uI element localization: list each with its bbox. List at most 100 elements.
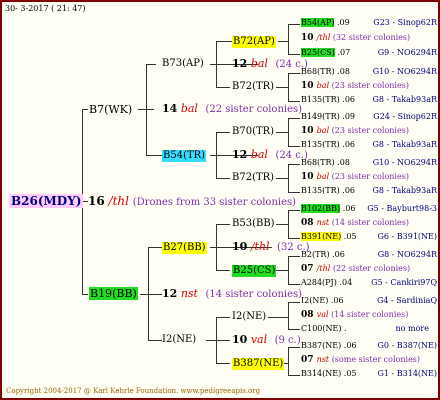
- ancestor-year: .06: [328, 296, 344, 305]
- b7-mating-info: 14 bal (22 sister colonies): [162, 102, 303, 115]
- ancestor-mating-year: 08: [301, 218, 317, 228]
- link: [140, 294, 148, 295]
- ancestor-mating-mark: val: [316, 310, 332, 319]
- ancestor-mating-row: 10 bal (23 sister colonies): [301, 82, 409, 91]
- ancestor-mating-note: (14 sister colonies): [331, 218, 409, 227]
- ancestor-mating-mark: bal: [316, 172, 332, 181]
- pedigree-frame: 30- 3-2017 ( 21: 47) B26(MDY) 16 /thl (D…: [0, 0, 440, 400]
- queen-b387-ne[interactable]: B387(NE): [232, 358, 285, 370]
- link: [146, 64, 156, 65]
- ancestor-mating-year: 08: [301, 310, 317, 320]
- link: [216, 132, 230, 133]
- queen-b72-ap[interactable]: B72(AP): [232, 36, 276, 48]
- ancestor-line-code: G1 - B314(NE): [377, 369, 438, 378]
- link: [288, 164, 289, 193]
- ancestor-line-code: G0 - B387(NE): [377, 341, 438, 350]
- ancestor-year: .06: [339, 186, 356, 195]
- queen-b53[interactable]: B53(BB): [232, 219, 275, 229]
- root-drones: (Drones from 33 sister colonies): [132, 197, 297, 208]
- ancestor-queen-name: B149(TR): [301, 112, 340, 121]
- link: [216, 340, 230, 341]
- queen-b54[interactable]: B54(TR): [162, 150, 207, 162]
- link: [276, 270, 288, 271]
- ancestor-mating-row: 07 /thl (22 sister colonies): [301, 265, 410, 274]
- queen-i2-ne[interactable]: I2(NE): [232, 312, 266, 322]
- link: [288, 164, 300, 165]
- ancestor-queen-name: B135(TR): [301, 95, 340, 104]
- ancestor-line-code: G4 - SardiniaQ: [376, 296, 437, 305]
- queen-b73[interactable]: B73(AP): [162, 59, 204, 69]
- link: [216, 41, 232, 42]
- link: [82, 109, 88, 110]
- link: [288, 101, 300, 102]
- link: [276, 132, 288, 133]
- ancestor-mating-mark: /thl: [316, 33, 333, 42]
- ancestor-mating-mark: bal: [316, 126, 332, 135]
- b19-mating-info: 12 nst (14 sister colonies): [162, 287, 303, 300]
- ancestor-mating-row: 10 bal (23 sister colonies): [301, 127, 409, 136]
- link: [288, 347, 300, 348]
- ancestor-year: .: [341, 324, 347, 333]
- link: [278, 41, 288, 42]
- link: [288, 375, 300, 376]
- ancestor-queen-name: B54(AP): [301, 18, 335, 27]
- queen-b25-cs[interactable]: B25(CS): [232, 265, 277, 277]
- link: [138, 109, 146, 110]
- ancestor-mating-note: (14 sister colonies): [331, 310, 409, 319]
- link: [288, 54, 300, 55]
- root-mating-info: 16 /thl (Drones from 33 sister colonies): [88, 195, 296, 208]
- link: [288, 256, 300, 257]
- link: [82, 294, 88, 295]
- queen-b70-tr[interactable]: B70(TR): [232, 127, 274, 137]
- link: [288, 73, 289, 102]
- ancestor-line-code: G9 - NO6294R: [377, 48, 437, 57]
- link: [148, 340, 162, 341]
- link: [276, 224, 288, 225]
- link: [288, 238, 300, 239]
- b27-mating-info: 10 /thl (32 c.): [232, 240, 310, 253]
- ancestor-mating-row: 08 nst (14 sister colonies): [301, 219, 409, 228]
- link: [216, 224, 230, 225]
- queen-b72-tr-2[interactable]: B72(TR): [232, 173, 274, 183]
- queen-b72-tr-1[interactable]: B72(TR): [232, 82, 274, 92]
- root-year: 16: [88, 194, 105, 208]
- ancestor-queen-name: B25(CS): [301, 48, 335, 57]
- ancestor-queen-name: B387(NE): [301, 341, 342, 350]
- ancestor-queen-name: B135(TR): [301, 140, 340, 149]
- link: [288, 192, 300, 193]
- ancestor-line-code: no more: [395, 324, 429, 333]
- queen-b19[interactable]: B19(BB): [89, 287, 138, 300]
- ancestor-year: .06: [339, 140, 356, 149]
- ancestor-line-code: G8 - Takab93aR: [372, 95, 437, 104]
- link: [276, 87, 288, 88]
- root-queen[interactable]: B26(MDY): [9, 194, 84, 208]
- link: [288, 302, 289, 330]
- link: [146, 109, 154, 110]
- ancestor-year: .07: [334, 48, 351, 57]
- link: [146, 64, 147, 156]
- ancestor-queen-name: B391(NE): [301, 232, 342, 241]
- ancestor-year: .08: [334, 158, 350, 167]
- ancestor-mating-row: 08 val (14 sister colonies): [301, 311, 408, 320]
- link: [276, 178, 288, 179]
- ancestor-queen-name: B68(TR): [301, 158, 335, 167]
- link: [216, 363, 230, 364]
- ancestor-line-code: G6 - B391(NE): [377, 232, 438, 241]
- link: [216, 87, 230, 88]
- link: [216, 270, 230, 271]
- ancestor-mating-row: 07 nst (some sister colonies): [301, 356, 420, 365]
- ancestor-year: .06: [340, 204, 356, 213]
- ancestor-queen-name: B102(BB): [301, 204, 341, 213]
- ancestor-mating-note: (some sister colonies): [331, 355, 421, 364]
- link: [268, 317, 288, 318]
- queen-b7[interactable]: B7(WK): [89, 104, 132, 115]
- link: [288, 24, 300, 25]
- queen-b27[interactable]: B27(BB): [162, 242, 207, 254]
- ancestor-year: .09: [339, 112, 356, 121]
- ancestor-mating-note: (23 sister colonies): [331, 81, 409, 90]
- ancestor-mating-mark: /thl: [316, 264, 333, 273]
- queen-i2[interactable]: I2(NE): [162, 335, 196, 345]
- ancestor-queen-name: C100(NE): [301, 324, 342, 333]
- ancestor-year: .08: [334, 67, 350, 76]
- link: [288, 329, 300, 330]
